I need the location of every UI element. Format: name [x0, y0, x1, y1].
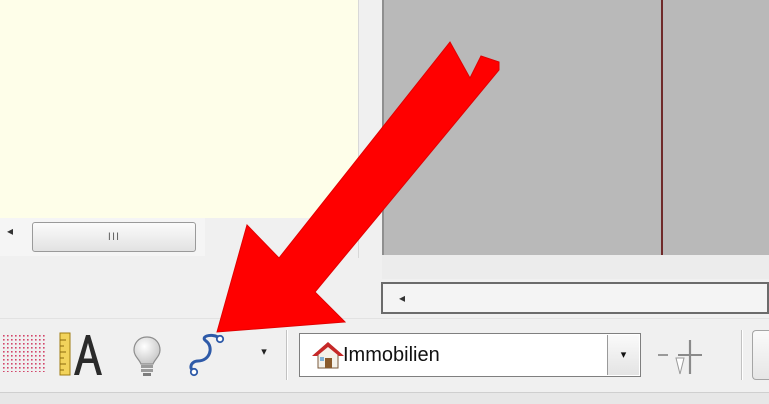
lightbulb-icon[interactable] [130, 334, 164, 378]
connector-icon[interactable] [654, 330, 718, 380]
layer-combobox-value: Immobilien [343, 344, 440, 366]
layer-dropdown-button[interactable]: ▾ [607, 335, 639, 375]
toolbar-separator [741, 330, 743, 380]
toolbar-overflow-button[interactable] [752, 330, 769, 380]
left-scroll-left-arrow[interactable]: ◂ [4, 222, 16, 240]
annotation-arrow-icon [215, 30, 515, 342]
curve-dropdown-arrow[interactable]: ▾ [255, 343, 273, 361]
house-icon [311, 340, 345, 372]
grid-icon[interactable] [2, 334, 46, 372]
page-boundary-line [661, 0, 663, 255]
status-strip [0, 392, 769, 404]
left-scroll-thumb[interactable]: III [32, 222, 196, 252]
ruler-text-icon[interactable] [58, 330, 110, 378]
